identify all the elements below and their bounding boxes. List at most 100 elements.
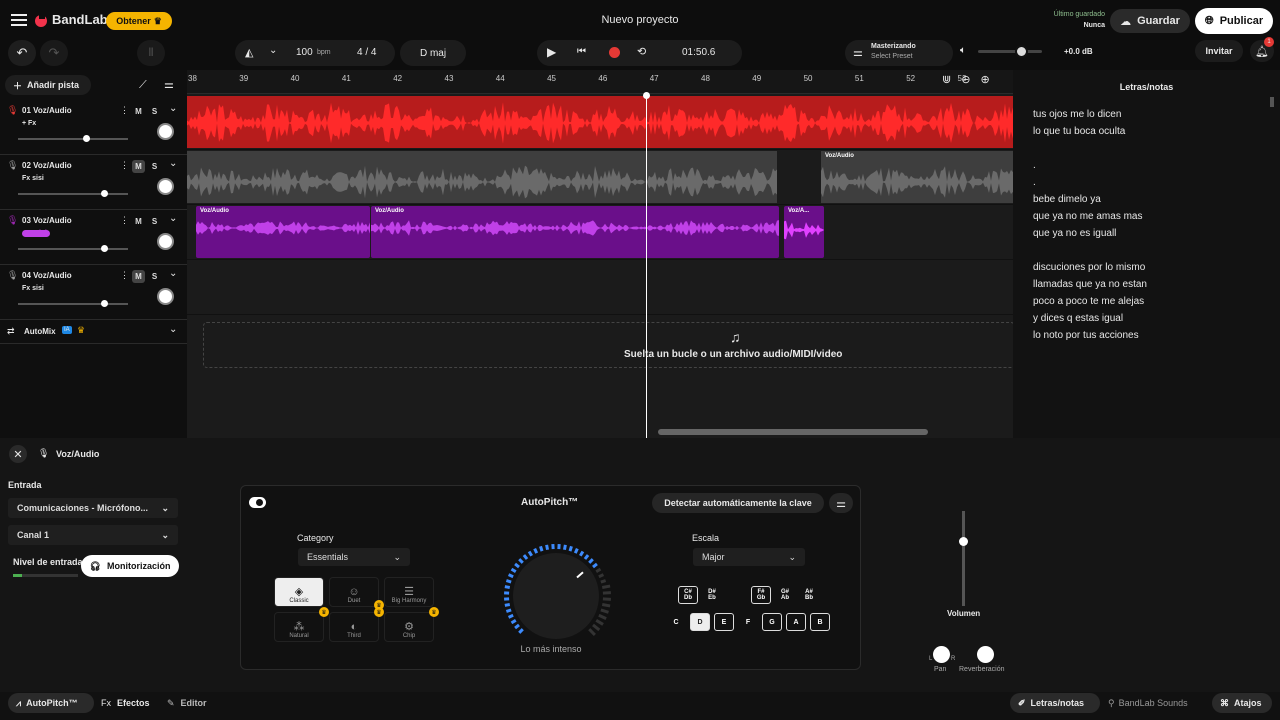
channel-select[interactable]: Canal 1 ⌄: [8, 525, 178, 545]
master-volume-thumb[interactable]: [1015, 45, 1028, 58]
solo-button[interactable]: S: [148, 215, 161, 228]
category-natural[interactable]: ⁂ Natural ♛: [274, 607, 329, 642]
track-header-3[interactable]: 🎙︎ 03 Voz/Audio Fx sisi ⋮ M S ⌄: [0, 210, 187, 265]
lyrics-text[interactable]: tus ojos me lo dicen lo que tu boca ocult…: [1033, 106, 1273, 344]
redo-button[interactable]: ↷: [40, 40, 68, 66]
key-selector[interactable]: D maj: [400, 40, 466, 66]
filter-icon[interactable]: ⚌: [164, 78, 174, 91]
more-vertical-icon[interactable]: ⋮: [120, 105, 129, 116]
monitoring-button[interactable]: 🎧︎ Monitorización: [81, 555, 179, 577]
chevron-down-icon[interactable]: ⌄: [169, 158, 177, 169]
wand-icon[interactable]: ⟋: [139, 79, 147, 92]
timeline[interactable]: 38 39 40 41 42 43 44 45 46 47 48 49 50 51 52 53 ⋓ ⊖ ⊕ Voz…: [187, 70, 1013, 438]
track-volume-thumb[interactable]: [83, 135, 90, 142]
mute-button[interactable]: M: [132, 105, 145, 118]
more-vertical-icon[interactable]: ⋮: [120, 215, 129, 226]
track-name[interactable]: 04 Voz/Audio: [22, 271, 72, 280]
category-classic[interactable]: ◈ Classic: [274, 577, 324, 607]
timeline-ruler[interactable]: 38 39 40 41 42 43 44 45 46 47 48 49 50 51 52 53: [187, 70, 1013, 94]
key-natural[interactable]: C: [666, 613, 686, 631]
track-volume-slider[interactable]: [18, 190, 128, 197]
track-name[interactable]: 03 Voz/Audio: [22, 216, 72, 225]
track-fx[interactable]: Fx sisi: [22, 285, 44, 292]
audio-clip[interactable]: Voz/Audio: [371, 206, 779, 258]
chevron-down-icon[interactable]: ⌄: [269, 45, 277, 56]
key-sharp[interactable]: C# Db: [678, 586, 698, 604]
loop-icon[interactable]: ⟲: [637, 45, 646, 58]
close-icon[interactable]: ✕: [9, 445, 27, 463]
bandlab-logo[interactable]: BandLab: [34, 12, 108, 27]
mute-button[interactable]: M: [132, 215, 145, 228]
track-volume-thumb[interactable]: [101, 300, 108, 307]
pan-knob[interactable]: [933, 646, 950, 663]
menu-icon[interactable]: [10, 11, 28, 29]
category-duet[interactable]: ☺ Duet ♛: [329, 577, 384, 610]
solo-button[interactable]: S: [148, 105, 161, 118]
track-name[interactable]: 02 Voz/Audio: [22, 161, 72, 170]
play-icon[interactable]: ▶: [547, 45, 556, 59]
solo-button[interactable]: S: [148, 270, 161, 283]
audio-clip[interactable]: Voz/A...: [784, 206, 824, 258]
category-big-harmony[interactable]: ☰ Big Harmony: [384, 577, 434, 607]
track-fx[interactable]: Fx sisi: [22, 175, 44, 182]
more-vertical-icon[interactable]: ⋮: [120, 270, 129, 281]
settings-sliders-icon[interactable]: ⚌: [829, 493, 853, 513]
chevron-down-icon[interactable]: ⌄: [169, 268, 177, 279]
mute-button[interactable]: M: [132, 160, 145, 173]
playhead[interactable]: [643, 92, 650, 438]
record-icon[interactable]: [609, 47, 620, 58]
magnet-icon[interactable]: ⋓: [942, 73, 951, 91]
tab-effects[interactable]: Fx Efectos: [101, 698, 150, 708]
key-sharp[interactable]: A# Bb: [799, 586, 819, 604]
notifications-button[interactable]: 🔔︎ 1: [1250, 37, 1274, 62]
publish-button[interactable]: 🌐︎ Publicar: [1195, 8, 1273, 34]
key-natural[interactable]: E: [714, 613, 734, 631]
pan-knob[interactable]: [157, 233, 174, 250]
more-vertical-icon[interactable]: ⋮: [120, 160, 129, 171]
track-lane-1[interactable]: [187, 95, 1013, 150]
detect-key-button[interactable]: Detectar automáticamente la clave: [652, 493, 824, 513]
tab-autopitch[interactable]: ⩘ AutoPitch™: [8, 693, 94, 713]
mute-button[interactable]: M: [132, 270, 145, 283]
track-lane-2[interactable]: Voz/Audio: [187, 150, 1013, 205]
audio-clip[interactable]: [187, 151, 777, 203]
track-fx[interactable]: Fx sisi: [22, 230, 50, 237]
chevron-down-icon[interactable]: ⌄: [169, 213, 177, 224]
zoom-in-icon[interactable]: ⊕: [980, 73, 989, 91]
track-volume-slider[interactable]: [18, 300, 128, 307]
key-natural[interactable]: B: [810, 613, 830, 631]
audio-clip[interactable]: Voz/Audio: [196, 206, 370, 258]
audio-clip[interactable]: [187, 96, 1013, 148]
tab-shortcuts[interactable]: ⌘ Atajos: [1212, 693, 1272, 713]
tab-editor[interactable]: ✎ Editor: [167, 698, 207, 709]
track-volume-thumb[interactable]: [959, 537, 968, 546]
intensity-dial[interactable]: [496, 536, 616, 656]
invite-button[interactable]: Invitar: [1195, 40, 1243, 62]
category-chip[interactable]: ⚙ Chip ♛: [384, 607, 439, 642]
key-natural[interactable]: F: [738, 613, 758, 631]
get-premium-button[interactable]: Obtener ♛: [106, 12, 172, 30]
track-volume-slider[interactable]: [18, 245, 128, 252]
track-lane-4[interactable]: [187, 260, 1013, 315]
speaker-icon[interactable]: 🔈︎: [960, 45, 966, 56]
mixer-button[interactable]: ⦀: [137, 40, 165, 66]
add-track-button[interactable]: ＋ Añadir pista: [5, 75, 91, 95]
chevron-down-icon[interactable]: ⌄: [169, 324, 177, 335]
category-third[interactable]: ◐ Third ♛: [329, 607, 384, 642]
skip-back-icon[interactable]: ⏮: [577, 46, 586, 57]
track-header-2[interactable]: 🎙︎ 02 Voz/Audio Fx sisi ⋮ M S ⌄: [0, 155, 187, 210]
key-sharp[interactable]: G# Ab: [775, 586, 795, 604]
key-sharp[interactable]: F# Gb: [751, 586, 771, 604]
reverb-knob[interactable]: [977, 646, 994, 663]
mastering-button[interactable]: ⚌ Masterizando Select Preset: [845, 40, 953, 66]
drop-zone[interactable]: ♫ Suelta un bucle o un archivo audio/MID…: [203, 322, 1013, 368]
tab-bandlab-sounds[interactable]: ⚲ BandLab Sounds: [1108, 698, 1188, 709]
track-lane-3[interactable]: Voz/Audio Voz/Audio Voz/A...: [187, 205, 1013, 260]
save-button[interactable]: ☁ Guardar: [1110, 9, 1190, 33]
category-select[interactable]: Essentials ⌄: [298, 548, 410, 566]
track-fx[interactable]: + Fx: [22, 120, 36, 127]
track-header-1[interactable]: 🎙︎ 01 Voz/Audio + Fx ⋮ M S ⌄: [0, 100, 187, 155]
key-sharp[interactable]: D# Eb: [702, 586, 722, 604]
chevron-down-icon[interactable]: ⌄: [169, 103, 177, 114]
track-volume-thumb[interactable]: [101, 245, 108, 252]
